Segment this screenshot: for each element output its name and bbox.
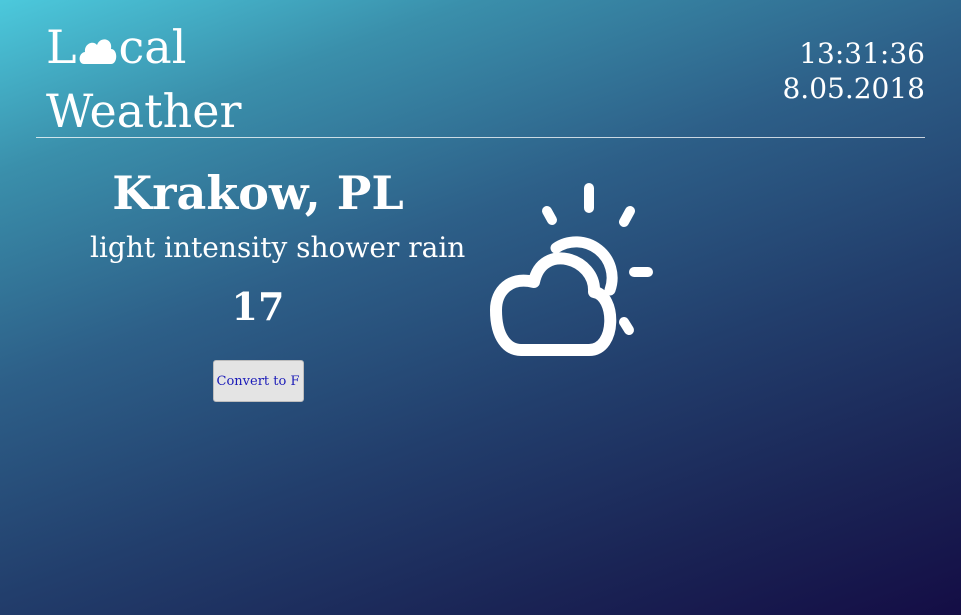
current-date: 8.05.2018 [782,72,925,105]
app-logo: L cal Weather [46,14,246,134]
temperature-value: 17 [231,284,285,329]
convert-to-f-button[interactable]: Convert to F [212,360,304,402]
logo-letters-cal: cal [118,20,187,74]
header-divider [36,137,925,138]
partly-cloudy-icon [490,183,653,356]
cloud-icon [79,39,116,64]
weather-description: light intensity shower rain [90,231,466,264]
logo-line-2: Weather [46,84,242,138]
clock: 13:31:36 8.05.2018 [782,36,925,106]
logo-letter-l: L [46,20,77,74]
logo-line-1: L cal [46,14,186,70]
location-title: Krakow, PL [112,166,404,220]
current-time: 13:31:36 [799,37,925,70]
weather-info: Krakow, PL light intensity shower rain 1… [90,166,466,402]
